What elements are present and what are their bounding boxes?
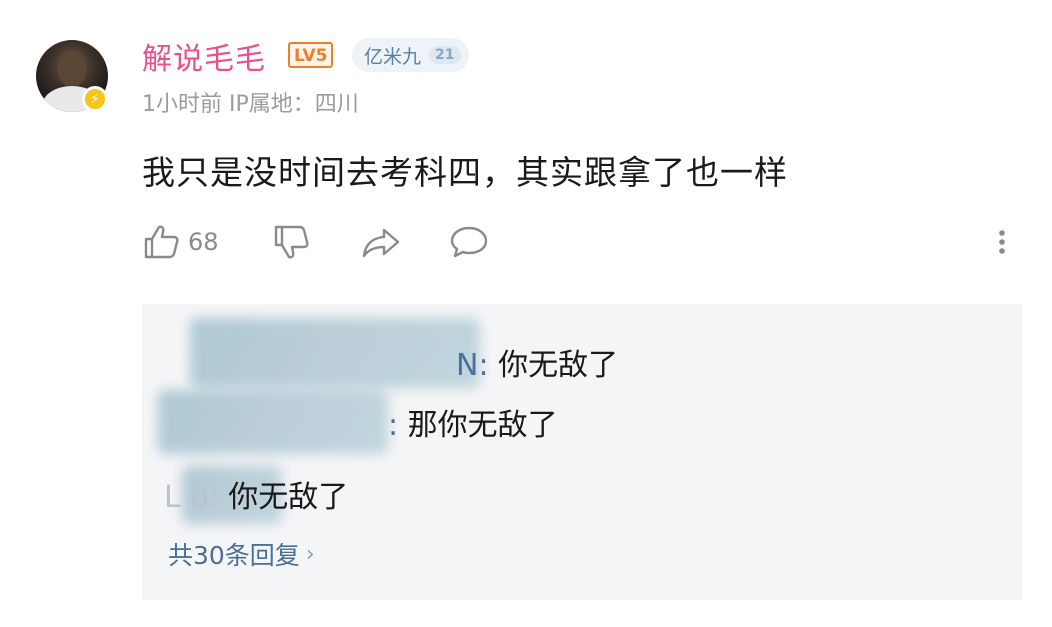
redacted-username	[190, 318, 480, 388]
dislike-button[interactable]	[272, 222, 312, 262]
reply-item[interactable]: N: 你无敌了	[456, 340, 618, 384]
replies-panel[interactable]: N: 你无敌了 : 那你无敌了 L o: 你无敌了 共30条回复 ›	[142, 304, 1022, 600]
share-button[interactable]	[360, 222, 402, 262]
thumbs-up-icon	[142, 222, 182, 262]
redacted-username	[158, 390, 388, 454]
reply-button[interactable]	[448, 222, 490, 262]
like-button[interactable]: 68	[142, 222, 219, 262]
username[interactable]: 解说毛毛	[142, 34, 266, 78]
more-button[interactable]	[992, 222, 1012, 262]
thumbs-down-icon	[272, 222, 312, 262]
reply-username[interactable]: N:	[456, 348, 489, 383]
chevron-right-icon: ›	[305, 541, 315, 567]
view-all-replies-link[interactable]: 共30条回复 ›	[168, 536, 315, 572]
reply-text: 你无敌了	[498, 348, 619, 383]
level-badge: LV5	[288, 42, 334, 68]
reply-item[interactable]: : 那你无敌了	[388, 400, 558, 444]
comment-bubble-icon	[448, 222, 490, 262]
reply-username[interactable]: L o:	[164, 480, 219, 515]
like-count: 68	[188, 228, 219, 256]
view-all-label: 共30条回复	[168, 541, 300, 570]
reply-username[interactable]: :	[388, 408, 398, 443]
reply-text: 那你无敌了	[407, 408, 558, 443]
avatar-face	[58, 50, 86, 86]
share-arrow-icon	[360, 222, 402, 262]
fan-badge-level: 21	[429, 46, 461, 64]
lightning-badge-icon: ⚡	[82, 86, 108, 112]
comment-text: 我只是没时间去考科四，其实跟拿了也一样	[142, 153, 788, 192]
comment-meta: 1小时前 IP属地：四川	[142, 92, 359, 117]
fan-badge-name: 亿米九	[364, 45, 422, 68]
more-vertical-icon	[992, 222, 1012, 262]
fan-badge[interactable]: 亿米九 21	[352, 38, 469, 72]
reply-item[interactable]: L o: 你无敌了	[164, 472, 348, 516]
comment-actions: 68	[142, 222, 1022, 272]
reply-text: 你无敌了	[228, 480, 349, 515]
comment-card: ⚡ 解说毛毛 LV5 亿米九 21 1小时前 IP属地：四川 我只是没时间去考科…	[0, 0, 1052, 627]
